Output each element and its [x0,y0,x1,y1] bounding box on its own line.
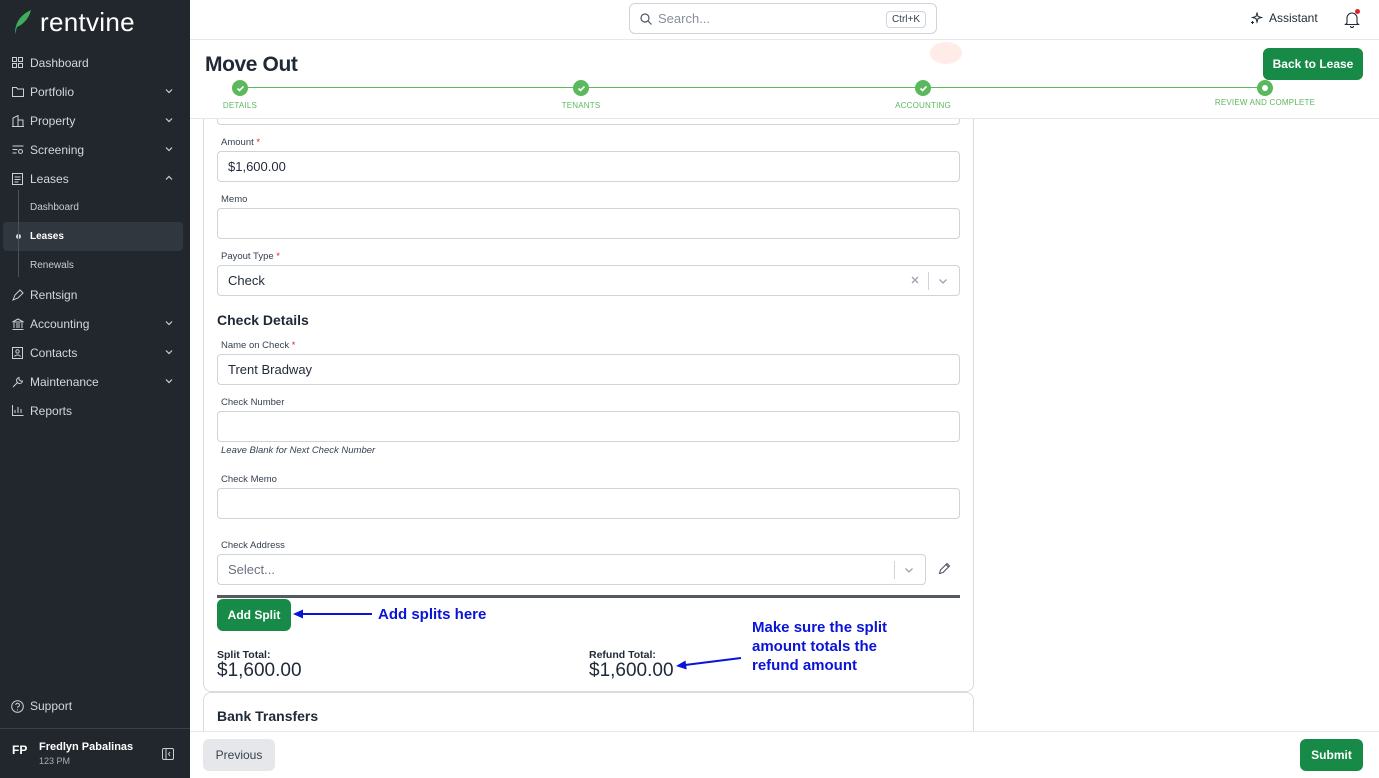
annotation-add-splits: Add splits here [378,606,487,623]
previous-button[interactable]: Previous [203,739,275,771]
submit-button[interactable]: Submit [1300,739,1363,771]
bank-transfers-heading: Bank Transfers [217,708,319,724]
annotation-split-note-1: Make sure the split [752,619,888,636]
annotation-split-note-3: refund amount [752,657,857,674]
annotation-arrows [293,609,742,670]
annotation-split-note-2: amount totals the [752,638,878,655]
annotation-arrow-refund [684,657,742,666]
annotation-arrowhead [293,609,303,619]
annotation-arrowhead [676,660,687,670]
footer-bar [190,731,1379,778]
